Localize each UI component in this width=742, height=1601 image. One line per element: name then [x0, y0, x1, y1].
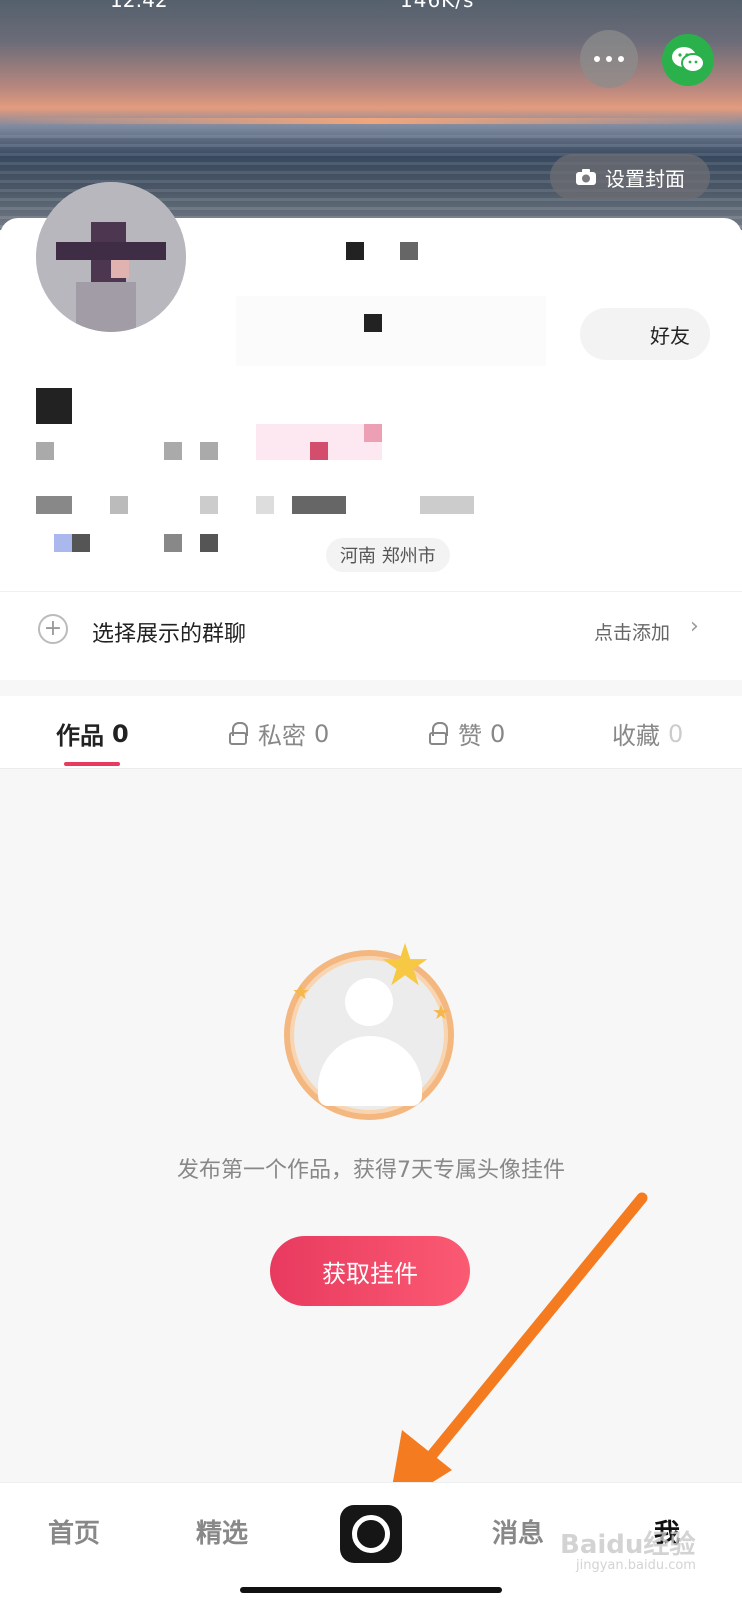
group-add-link[interactable]: 点击添加 [594, 618, 670, 645]
lock-icon [228, 721, 250, 746]
avatar[interactable] [36, 182, 186, 332]
empty-state-text: 发布第一个作品，获得7天专属头像挂件 [177, 1158, 565, 1183]
location-label: 河南 郑州市 [340, 546, 436, 567]
group-chat-row[interactable]: + 选择展示的群聊 点击添加 › [0, 591, 742, 670]
tab-works-count: 0 [112, 719, 129, 748]
tab-favorites-count: 0 [668, 719, 684, 748]
tab-private[interactable]: 私密 0 [228, 716, 329, 751]
location-tag: 河南 郑州市 [326, 538, 450, 572]
profile-tabs: 作品 0 私密 0 赞 0 收藏 0 [0, 696, 742, 769]
friend-button-label: 好友 [650, 323, 690, 348]
tab-likes[interactable]: 赞 0 [428, 716, 505, 751]
chevron-right-icon: › [690, 614, 699, 639]
status-bar: 12:42 146K/s [0, 0, 742, 12]
tab-private-label: 私密 [258, 722, 306, 750]
tab-active-indicator [64, 762, 120, 766]
watermark-url: jingyan.baidu.com [576, 1558, 696, 1573]
tab-favorites[interactable]: 收藏 0 [612, 716, 683, 751]
tab-favorites-label: 收藏 [612, 722, 660, 750]
nav-featured[interactable]: 精选 [196, 1513, 248, 1550]
bio-redacted [36, 388, 72, 424]
lock-icon [428, 721, 450, 746]
star-icon: ★ [432, 1000, 450, 1024]
more-button[interactable] [580, 30, 638, 88]
profile-card: 好友 河南 郑州市 + 选择展示的群聊 点击添加 › [0, 182, 742, 680]
set-cover-label: 设置封面 [605, 166, 685, 191]
watermark-brand: Baidu经验 [560, 1530, 696, 1560]
friend-button[interactable]: 好友 [580, 308, 710, 360]
get-pendant-label: 获取挂件 [322, 1259, 418, 1288]
status-network-speed: 146K/s [400, 0, 475, 12]
tab-likes-label: 赞 [458, 722, 482, 750]
shoot-button[interactable] [340, 1505, 402, 1563]
shoot-icon [352, 1515, 390, 1553]
star-icon: ★ [292, 980, 310, 1004]
tab-private-count: 0 [314, 719, 330, 748]
cover-horizon [0, 118, 742, 124]
set-cover-button[interactable]: 设置封面 [550, 154, 710, 200]
tab-works[interactable]: 作品 0 [56, 716, 129, 751]
camera-icon [576, 169, 596, 185]
get-pendant-button[interactable]: 获取挂件 [270, 1236, 470, 1306]
tab-works-label: 作品 [56, 722, 104, 750]
wechat-button[interactable] [662, 34, 714, 86]
status-time: 12:42 [110, 0, 168, 12]
plus-icon: + [38, 614, 68, 644]
nickname-redacted [346, 242, 364, 260]
nav-messages[interactable]: 消息 [492, 1513, 544, 1550]
more-icon [594, 56, 600, 62]
wechat-icon [672, 47, 705, 73]
home-indicator [240, 1587, 502, 1593]
nav-home[interactable]: 首页 [48, 1513, 100, 1550]
group-chat-label: 选择展示的群聊 [92, 622, 247, 647]
star-icon: ★ [379, 931, 431, 999]
tab-likes-count: 0 [490, 719, 506, 748]
